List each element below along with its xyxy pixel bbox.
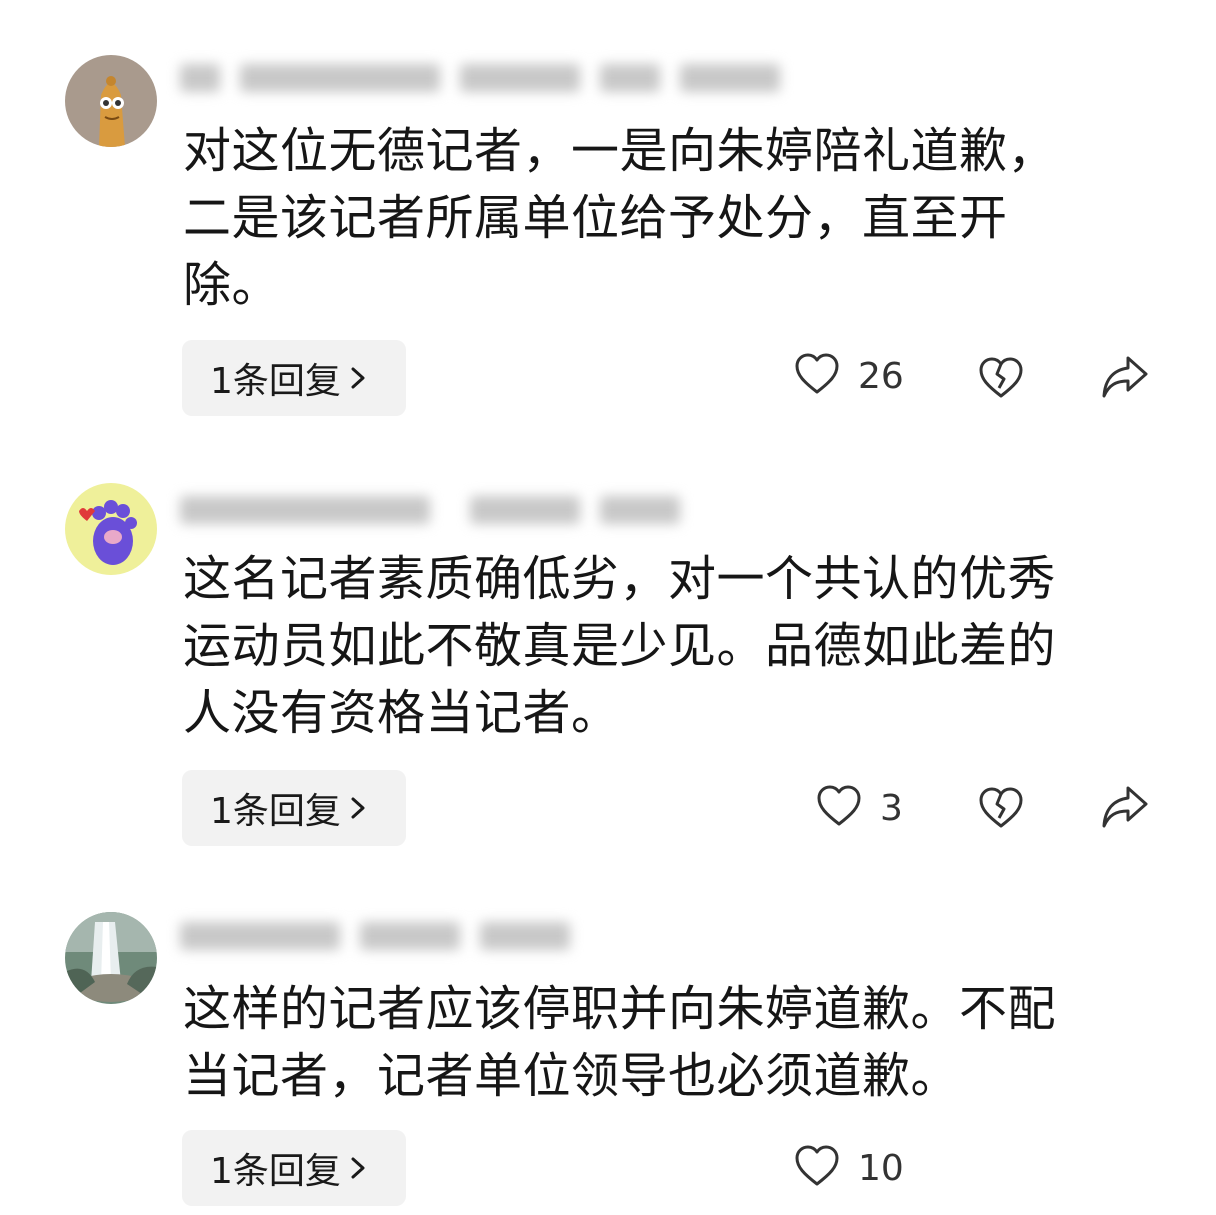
share-arrow-icon bbox=[1100, 784, 1150, 834]
reply-count-label: 1条回复 bbox=[210, 791, 341, 832]
user-avatar[interactable] bbox=[65, 912, 157, 1004]
comment-text: 对这位无德记者，一是向朱婷陪礼道歉， 二是该记者所属单位给予处分，直至开 除。 bbox=[183, 123, 1057, 313]
user-avatar[interactable] bbox=[65, 483, 157, 575]
share-button[interactable] bbox=[1100, 784, 1150, 834]
dislike-button[interactable] bbox=[978, 786, 1024, 834]
view-replies-button[interactable]: 1条回复 bbox=[182, 1130, 406, 1206]
like-count: 10 bbox=[858, 1147, 904, 1189]
comment-text: 这名记者素质确低劣，对一个共认的优秀 运动员如此不敬真是少见。品德如此差的 人没… bbox=[183, 551, 1057, 741]
share-button[interactable] bbox=[1100, 354, 1150, 404]
username-blurred bbox=[180, 916, 800, 956]
like-count: 3 bbox=[880, 787, 903, 829]
like-count: 26 bbox=[858, 355, 904, 397]
username-blurred bbox=[180, 490, 880, 530]
chevron-right-icon bbox=[347, 365, 369, 391]
heart-outline-icon bbox=[794, 1144, 840, 1192]
dislike-button[interactable] bbox=[978, 356, 1024, 404]
heart-outline-icon bbox=[794, 352, 840, 400]
heart-outline-icon bbox=[816, 784, 862, 832]
user-avatar[interactable] bbox=[65, 55, 157, 147]
reply-count-label: 1条回复 bbox=[210, 1151, 341, 1192]
comment-text: 这样的记者应该停职并向朱婷道歉。不配 当记者，记者单位领导也必须道歉。 bbox=[183, 981, 1057, 1104]
chevron-right-icon bbox=[347, 1155, 369, 1181]
like-button[interactable]: 3 bbox=[816, 784, 903, 832]
reply-count-label: 1条回复 bbox=[210, 361, 341, 402]
like-button[interactable]: 10 bbox=[794, 1144, 904, 1192]
chevron-right-icon bbox=[347, 795, 369, 821]
share-arrow-icon bbox=[1100, 354, 1150, 404]
broken-heart-icon bbox=[978, 356, 1024, 404]
username-blurred bbox=[180, 58, 860, 98]
like-button[interactable]: 26 bbox=[794, 352, 904, 400]
view-replies-button[interactable]: 1条回复 bbox=[182, 770, 406, 846]
view-replies-button[interactable]: 1条回复 bbox=[182, 340, 406, 416]
broken-heart-icon bbox=[978, 786, 1024, 834]
